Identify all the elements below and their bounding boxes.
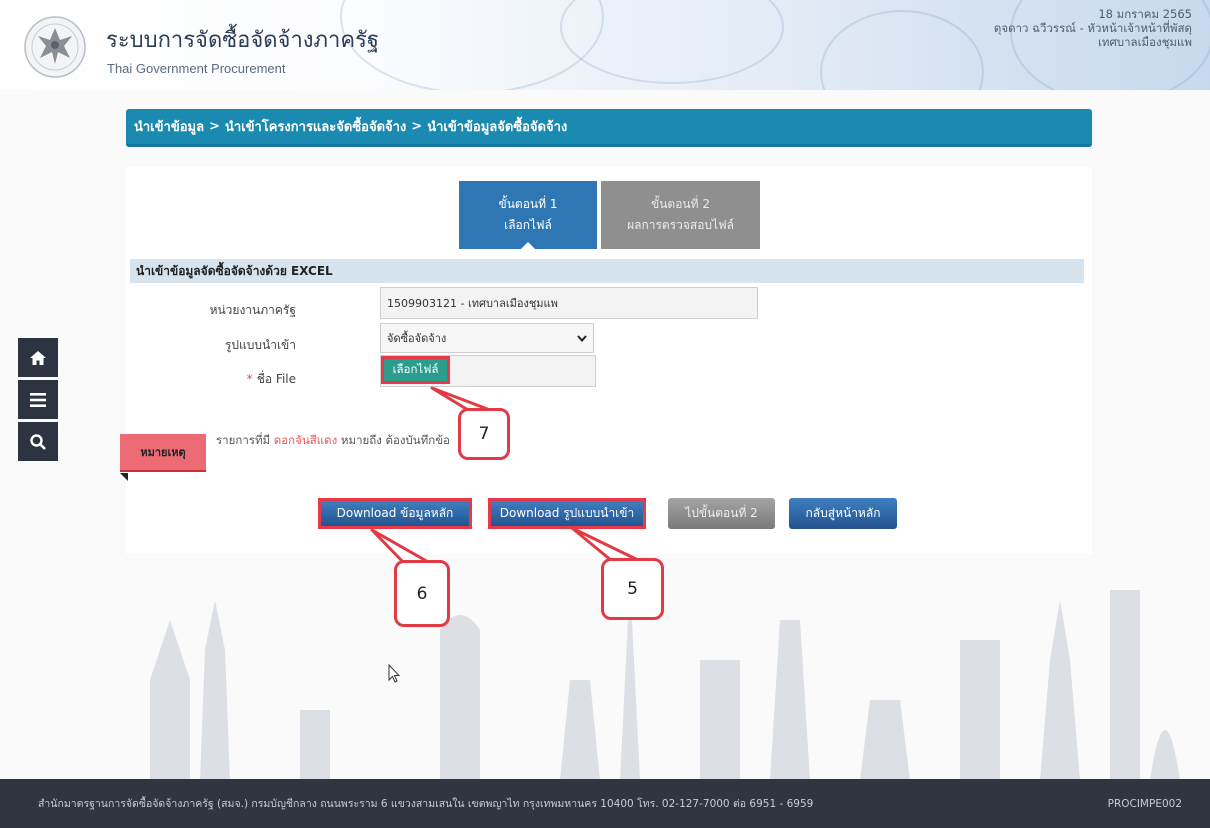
file-name-label-text: ชื่อ File — [256, 372, 296, 386]
breadcrumb-separator: > — [209, 119, 220, 134]
import-panel: ขั้นตอนที่ 1 เลือกไฟล์ ขั้นตอนที่ 2 ผลกา… — [120, 167, 1092, 554]
header-ornament — [820, 10, 984, 90]
choose-file-button[interactable]: เลือกไฟล์ — [381, 356, 450, 384]
step-1-title: ขั้นตอนที่ 1 — [498, 197, 558, 211]
home-icon — [30, 350, 46, 365]
page-header: ระบบการจัดซื้อจัดจ้างภาครัฐ Thai Governm… — [0, 0, 1210, 90]
step-pointer — [520, 242, 536, 250]
side-menu-button[interactable] — [18, 380, 58, 419]
step-1-tab[interactable]: ขั้นตอนที่ 1 เลือกไฟล์ — [459, 181, 597, 250]
side-search-button[interactable] — [18, 422, 58, 461]
note-text-after: หมายถึง ต้องบันทึกข้อ — [340, 433, 450, 447]
format-select[interactable]: จัดซื้อจัดจ้าง — [380, 323, 594, 353]
garuda-logo-icon[interactable] — [22, 14, 88, 80]
format-label: รูปแบบนำเข้า — [224, 338, 296, 352]
callout-7: 7 — [458, 408, 510, 460]
menu-icon — [30, 392, 46, 407]
system-subtitle: Thai Government Procurement — [107, 61, 286, 76]
back-home-button[interactable]: กลับสู่หน้าหลัก — [789, 498, 897, 529]
required-marker: * — [246, 372, 253, 386]
side-nav — [18, 338, 58, 464]
callout-6: 6 — [394, 560, 450, 627]
step-2-tab[interactable]: ขั้นตอนที่ 2 ผลการตรวจสอบไฟล์ — [601, 181, 760, 249]
note-text-before: รายการที่มี — [216, 433, 271, 447]
note-tag: หมายเหตุ — [120, 434, 206, 472]
note-text-red: ดอกจันสีแดง — [273, 433, 338, 447]
header-ornament — [560, 0, 784, 84]
page-code: PROCIMPE002 — [1107, 797, 1182, 810]
download-master-data-button[interactable]: Download ข้อมูลหลัก — [318, 498, 472, 529]
file-name-label: * ชื่อ File — [126, 370, 296, 389]
footer-address: สำนักมาตรฐานการจัดซื้อจัดจ้างภาครัฐ (สมจ… — [38, 798, 814, 810]
step-1-label: เลือกไฟล์ — [504, 218, 552, 232]
agency-label: หน่วยงานภาครัฐ — [209, 303, 296, 317]
note-tag-fold — [120, 473, 128, 481]
section-title: นำเข้าข้อมูลจัดซื้อจัดจ้างด้วย EXCEL — [130, 259, 1084, 283]
step-2-label: ผลการตรวจสอบไฟล์ — [627, 218, 734, 232]
system-title: ระบบการจัดซื้อจัดจ้างภาครัฐ — [106, 28, 380, 53]
callout-5: 5 — [601, 558, 664, 620]
step-2-title: ขั้นตอนที่ 2 — [651, 197, 710, 211]
breadcrumb: นำเข้าข้อมูล > นำเข้าโครงการและจัดซื้อจั… — [126, 109, 1092, 147]
side-home-button[interactable] — [18, 338, 58, 377]
mouse-cursor-icon — [388, 664, 400, 683]
breadcrumb-separator: > — [411, 119, 423, 134]
chevron-down-icon — [577, 334, 587, 342]
agency-field: 1509903121 - เทศบาลเมืองชุมแพ — [380, 287, 758, 319]
search-icon — [30, 433, 46, 450]
breadcrumb-item-import-procurement: นำเข้าข้อมูลจัดซื้อจัดจ้าง — [427, 120, 568, 135]
header-organization: เทศบาลเมืองชุมแพ — [1097, 35, 1192, 49]
next-step-button[interactable]: ไปขั้นตอนที่ 2 — [668, 498, 775, 529]
note-text: รายการที่มี ดอกจันสีแดง หมายถึง ต้องบันท… — [216, 432, 450, 450]
breadcrumb-item-import-projects[interactable]: นำเข้าโครงการและจัดซื้อจัดจ้าง — [225, 116, 406, 137]
page-footer: สำนักมาตรฐานการจัดซื้อจัดจ้างภาครัฐ (สมจ… — [0, 779, 1210, 828]
breadcrumb-item-import-data[interactable]: นำเข้าข้อมูล — [134, 116, 204, 137]
format-select-value: จัดซื้อจัดจ้าง — [387, 332, 447, 345]
download-import-format-button[interactable]: Download รูปแบบนำเข้า — [488, 498, 646, 529]
